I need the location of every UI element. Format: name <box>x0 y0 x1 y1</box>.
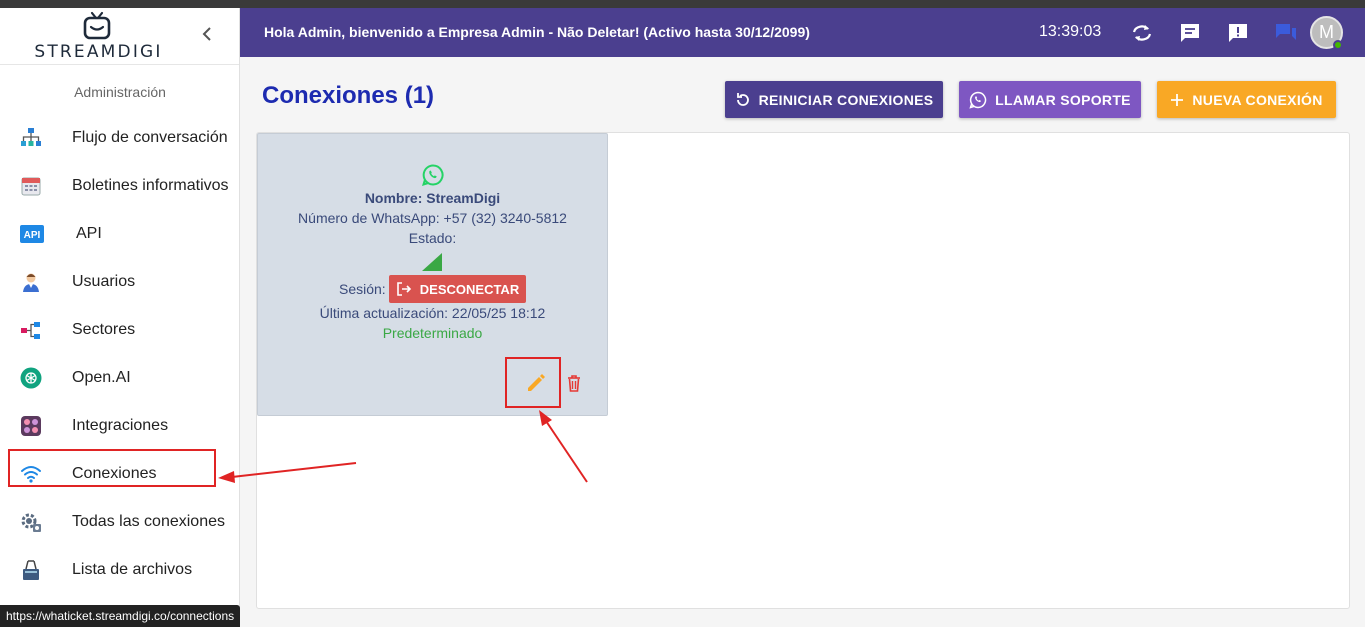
sidebar-section-title: Administración <box>74 84 166 100</box>
sidebar-item-label: Todas las conexiones <box>72 513 225 530</box>
top-bar: Hola Admin, bienvenido a Empresa Admin -… <box>240 8 1365 57</box>
sidebar: STREAMDIGI Administración Flujo de conve… <box>0 8 240 627</box>
new-connection-label: NUEVA CONEXIÓN <box>1192 91 1323 108</box>
disconnect-label: DESCONECTAR <box>419 281 520 297</box>
sidebar-item-openai[interactable]: Open.AI <box>0 354 240 402</box>
disconnect-button[interactable]: DESCONECTAR <box>389 275 526 303</box>
plus-icon <box>1171 93 1184 106</box>
last-update: Última actualización: 22/05/25 18:12 <box>319 305 546 321</box>
sidebar-item-api[interactable]: API API <box>0 210 240 258</box>
sidebar-item-todas-conexiones[interactable]: Todas las conexiones <box>0 498 240 546</box>
delete-trash-icon[interactable] <box>564 373 584 393</box>
flow-chart-icon <box>20 127 42 149</box>
collapse-sidebar-button[interactable] <box>198 24 218 44</box>
user-icon <box>20 271 42 293</box>
sidebar-item-label: Lista de archivos <box>72 561 193 578</box>
call-support-button[interactable]: LLAMAR SOPORTE <box>959 81 1141 118</box>
settings-cog-icon <box>20 511 42 533</box>
restart-icon <box>736 92 749 106</box>
chat-icon[interactable] <box>1178 21 1202 45</box>
sidebar-item-usuarios[interactable]: Usuarios <box>0 258 240 306</box>
svg-text:API: API <box>24 230 41 241</box>
integrations-icon <box>20 415 42 437</box>
logout-icon <box>396 282 411 296</box>
tv-logo-icon <box>83 11 111 40</box>
sidebar-item-label: Usuarios <box>72 273 136 290</box>
sidebar-item-label: Flujo de conversación <box>72 129 228 146</box>
sidebar-item-label: Open.AI <box>72 369 131 386</box>
sidebar-menu: Flujo de conversación Boletines informat… <box>0 114 240 594</box>
sidebar-item-integraciones[interactable]: Integraciones <box>0 402 240 450</box>
openai-icon <box>20 367 42 389</box>
api-badge-icon: API <box>20 223 44 245</box>
connection-phone: Número de WhatsApp: +57 (32) 3240-5812 <box>298 210 567 226</box>
sidebar-item-label: Integraciones <box>72 417 169 434</box>
edit-pencil-icon[interactable] <box>525 372 547 394</box>
connection-status-label: Estado: <box>408 230 457 246</box>
sidebar-item-flujo[interactable]: Flujo de conversación <box>0 114 240 162</box>
status-url-tooltip: https://whaticket.streamdigi.co/connecti… <box>0 605 241 627</box>
connection-name: Nombre: StreamDigi <box>364 190 501 206</box>
forum-icon[interactable] <box>1274 21 1298 45</box>
clock: 13:39:03 <box>1039 23 1102 40</box>
sidebar-item-lista-archivos[interactable]: Lista de archivos <box>0 546 240 594</box>
online-status-dot <box>1333 40 1343 50</box>
streamdigi-logo[interactable]: STREAMDIGI <box>26 11 171 62</box>
restart-connections-button[interactable]: REINICIAR CONEXIONES <box>725 81 943 118</box>
whatsapp-icon <box>422 164 444 186</box>
new-connection-button[interactable]: NUEVA CONEXIÓN <box>1157 81 1336 118</box>
alert-message-icon[interactable] <box>1226 21 1250 45</box>
whatsapp-icon <box>969 91 987 109</box>
chevron-left-icon <box>202 27 211 41</box>
sidebar-item-sectores[interactable]: Sectores <box>0 306 240 354</box>
highlight-box-conexiones <box>8 449 216 487</box>
sidebar-item-boletines[interactable]: Boletines informativos <box>0 162 240 210</box>
signal-status-icon <box>422 253 442 271</box>
restart-connections-label: REINICIAR CONEXIONES <box>758 91 934 108</box>
binder-clip-icon <box>20 559 42 581</box>
session-label: Sesión: <box>339 281 386 297</box>
refresh-icon[interactable] <box>1130 21 1154 45</box>
call-support-label: LLAMAR SOPORTE <box>995 91 1131 108</box>
sidebar-header: STREAMDIGI <box>0 8 239 65</box>
sidebar-item-label: Sectores <box>72 321 136 338</box>
welcome-message: Hola Admin, bienvenido a Empresa Admin -… <box>264 24 810 40</box>
logo-text: STREAMDIGI <box>34 42 163 62</box>
sectors-icon <box>20 319 42 341</box>
page-title: Conexiones (1) <box>262 82 435 109</box>
sidebar-item-label: Boletines informativos <box>72 177 229 194</box>
sidebar-item-label: API <box>76 225 102 242</box>
browser-top-strip <box>0 0 1365 8</box>
default-badge: Predeterminado <box>382 325 483 341</box>
calendar-icon <box>20 175 42 197</box>
